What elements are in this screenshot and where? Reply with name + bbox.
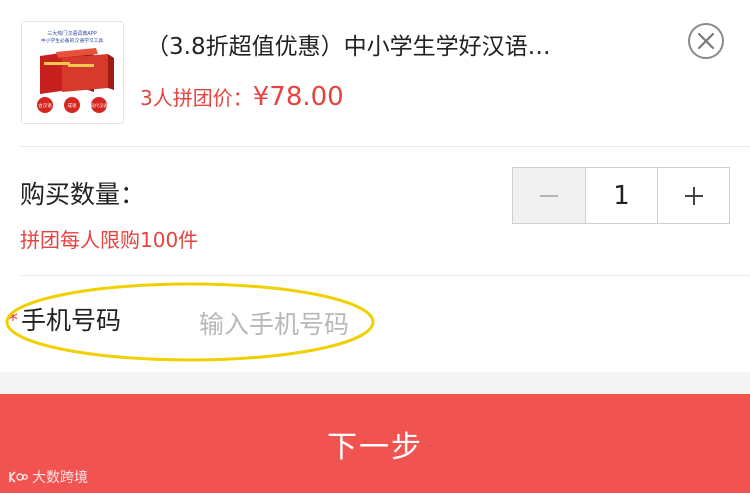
quantity-value[interactable]: 1 xyxy=(586,168,658,223)
product-thumbnail: 三大热门汉语词典APP 中小学生必备的汉语学习工具 古汉语 成语 现代汉语 xyxy=(21,21,124,124)
required-mark: * xyxy=(8,308,18,332)
divider xyxy=(20,146,750,147)
phone-label: 手机号码 xyxy=(21,306,122,335)
thumbnail-badge-1: 古汉语 xyxy=(38,102,52,109)
next-step-button[interactable]: 下一步 xyxy=(0,394,750,493)
close-button[interactable] xyxy=(688,23,724,59)
plus-icon xyxy=(684,186,703,205)
watermark-text: 大数跨境 xyxy=(32,470,88,486)
quantity-increase-button[interactable] xyxy=(658,168,729,223)
close-circle-icon xyxy=(697,32,715,50)
group-price-value: ¥78.00 xyxy=(252,82,344,112)
thumbnail-badge-2: 成语 xyxy=(68,102,77,109)
product-title: （3.8折超值优惠）中小学生学好汉语… xyxy=(146,34,551,60)
watermark-logo-icon xyxy=(9,471,28,483)
thumbnail-badge-3: 现代汉语 xyxy=(91,102,108,109)
thumbnail-line1: 三大热门汉语词典APP xyxy=(47,30,96,37)
quantity-stepper: 1 xyxy=(512,167,730,224)
thumbnail-line2: 中小学生必备的汉语学习工具 xyxy=(41,37,104,44)
group-price: 3人拼团价：¥78.00 xyxy=(140,80,344,114)
group-price-label: 3人拼团价： xyxy=(140,86,253,110)
minus-icon xyxy=(540,194,558,197)
purchase-limit-text: 拼团每人限购100件 xyxy=(20,228,199,252)
watermark: 大数跨境 xyxy=(8,466,88,488)
divider xyxy=(20,275,750,276)
quantity-decrease-button[interactable] xyxy=(513,168,586,223)
product-thumbnail-image: 三大热门汉语词典APP 中小学生必备的汉语学习工具 古汉语 成语 现代汉语 xyxy=(22,22,123,123)
quantity-label: 购买数量： xyxy=(20,180,146,209)
section-gap xyxy=(0,372,750,394)
phone-input[interactable] xyxy=(195,302,723,346)
